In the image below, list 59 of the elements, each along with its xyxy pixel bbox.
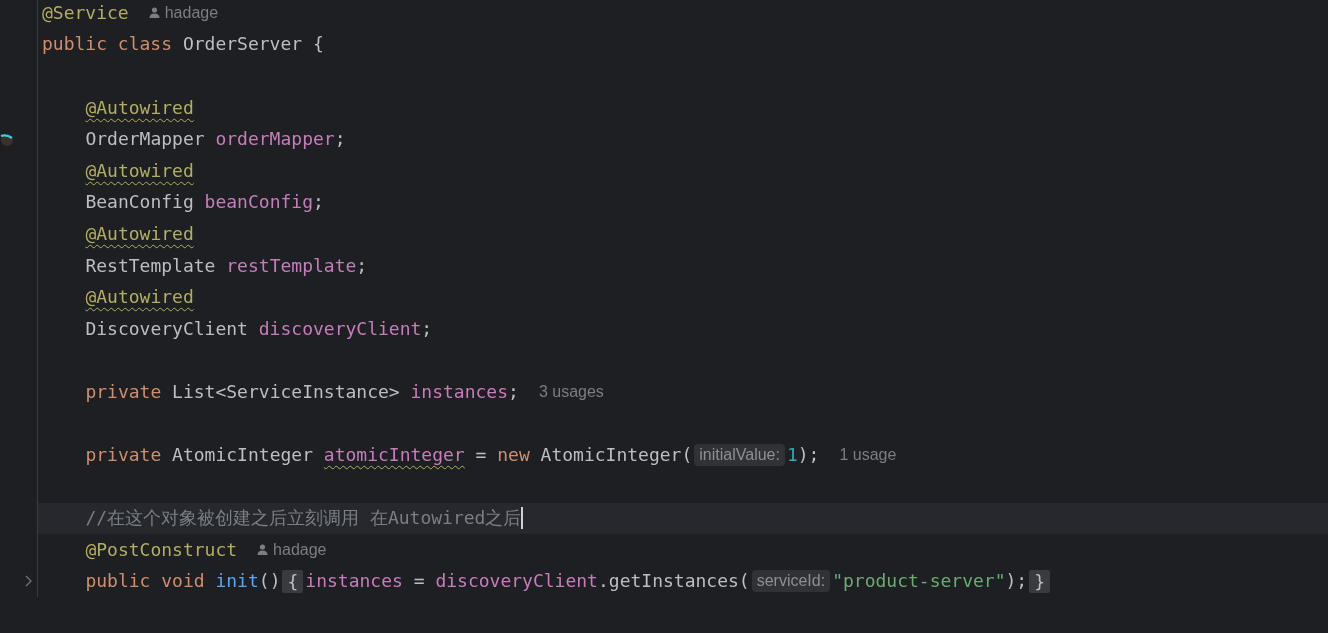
parameter-hint: initialValue:	[694, 444, 785, 467]
code-text: ()	[258, 570, 281, 593]
code-comment: //在这个对象被创建之后立刻调用 在Autowired之后	[85, 507, 522, 530]
code-text: );	[1005, 570, 1028, 593]
keyword: void	[161, 570, 206, 593]
annotation: @Autowired	[85, 222, 194, 245]
annotation: @Autowired	[85, 96, 194, 119]
keyword: private	[85, 380, 163, 403]
usages-hint[interactable]: 3 usages	[538, 382, 604, 401]
field-name: beanConfig	[204, 191, 313, 214]
code-text: ;	[421, 317, 433, 340]
keyword: private	[85, 444, 163, 467]
code-text: =	[412, 570, 426, 593]
keyword: class	[117, 33, 174, 56]
number-literal: 1	[786, 444, 798, 467]
author-hint[interactable]: hadage	[148, 3, 219, 22]
author-name: hadage	[164, 3, 219, 22]
folded-brace[interactable]: }	[1029, 570, 1051, 593]
code-text: .getInstances(	[597, 570, 750, 593]
field-name: orderMapper	[215, 128, 335, 151]
field-name: instances	[410, 380, 509, 403]
person-icon	[148, 7, 160, 19]
code-text: OrderServer {	[182, 33, 324, 56]
field-name: atomicInteger	[323, 444, 465, 467]
annotation: @Autowired	[85, 286, 194, 309]
code-text: ;	[508, 380, 519, 403]
code-text: ;	[356, 254, 368, 277]
code-text: ;	[313, 191, 324, 214]
annotation: @PostConstruct	[85, 538, 238, 561]
code-text: RestTemplate	[85, 254, 217, 277]
text-caret	[521, 507, 524, 530]
author-name: hadage	[273, 540, 327, 559]
field-name: instances	[305, 570, 403, 593]
string-literal: "product-server"	[832, 570, 1006, 593]
method-name: init	[215, 570, 259, 593]
folded-brace[interactable]: {	[282, 570, 304, 593]
usages-hint[interactable]: 1 usage	[839, 446, 897, 465]
person-icon	[257, 544, 269, 556]
chevron-right-icon[interactable]	[24, 575, 32, 588]
code-text: List<ServiceInstance>	[172, 380, 401, 403]
code-text: =	[474, 444, 488, 467]
field-name: restTemplate	[226, 254, 357, 277]
annotation: @Service	[42, 1, 129, 24]
code-text: BeanConfig	[85, 191, 195, 214]
keyword: public	[42, 33, 109, 56]
field-name: discoveryClient	[258, 317, 422, 340]
code-text: OrderMapper	[85, 128, 206, 151]
code-text: DiscoveryClient	[85, 317, 249, 340]
keyword: new	[497, 444, 531, 467]
author-hint[interactable]: hadage	[257, 540, 327, 559]
code-text: ;	[334, 128, 346, 151]
code-text: AtomicInteger(	[540, 444, 693, 467]
parameter-hint: serviceId:	[751, 570, 831, 593]
code-text: AtomicInteger	[172, 444, 314, 467]
keyword: public	[85, 570, 152, 593]
annotation: @Autowired	[85, 159, 194, 182]
bean-icon[interactable]	[0, 132, 14, 147]
code-text: );	[797, 444, 820, 467]
field-name: discoveryClient	[435, 570, 598, 593]
